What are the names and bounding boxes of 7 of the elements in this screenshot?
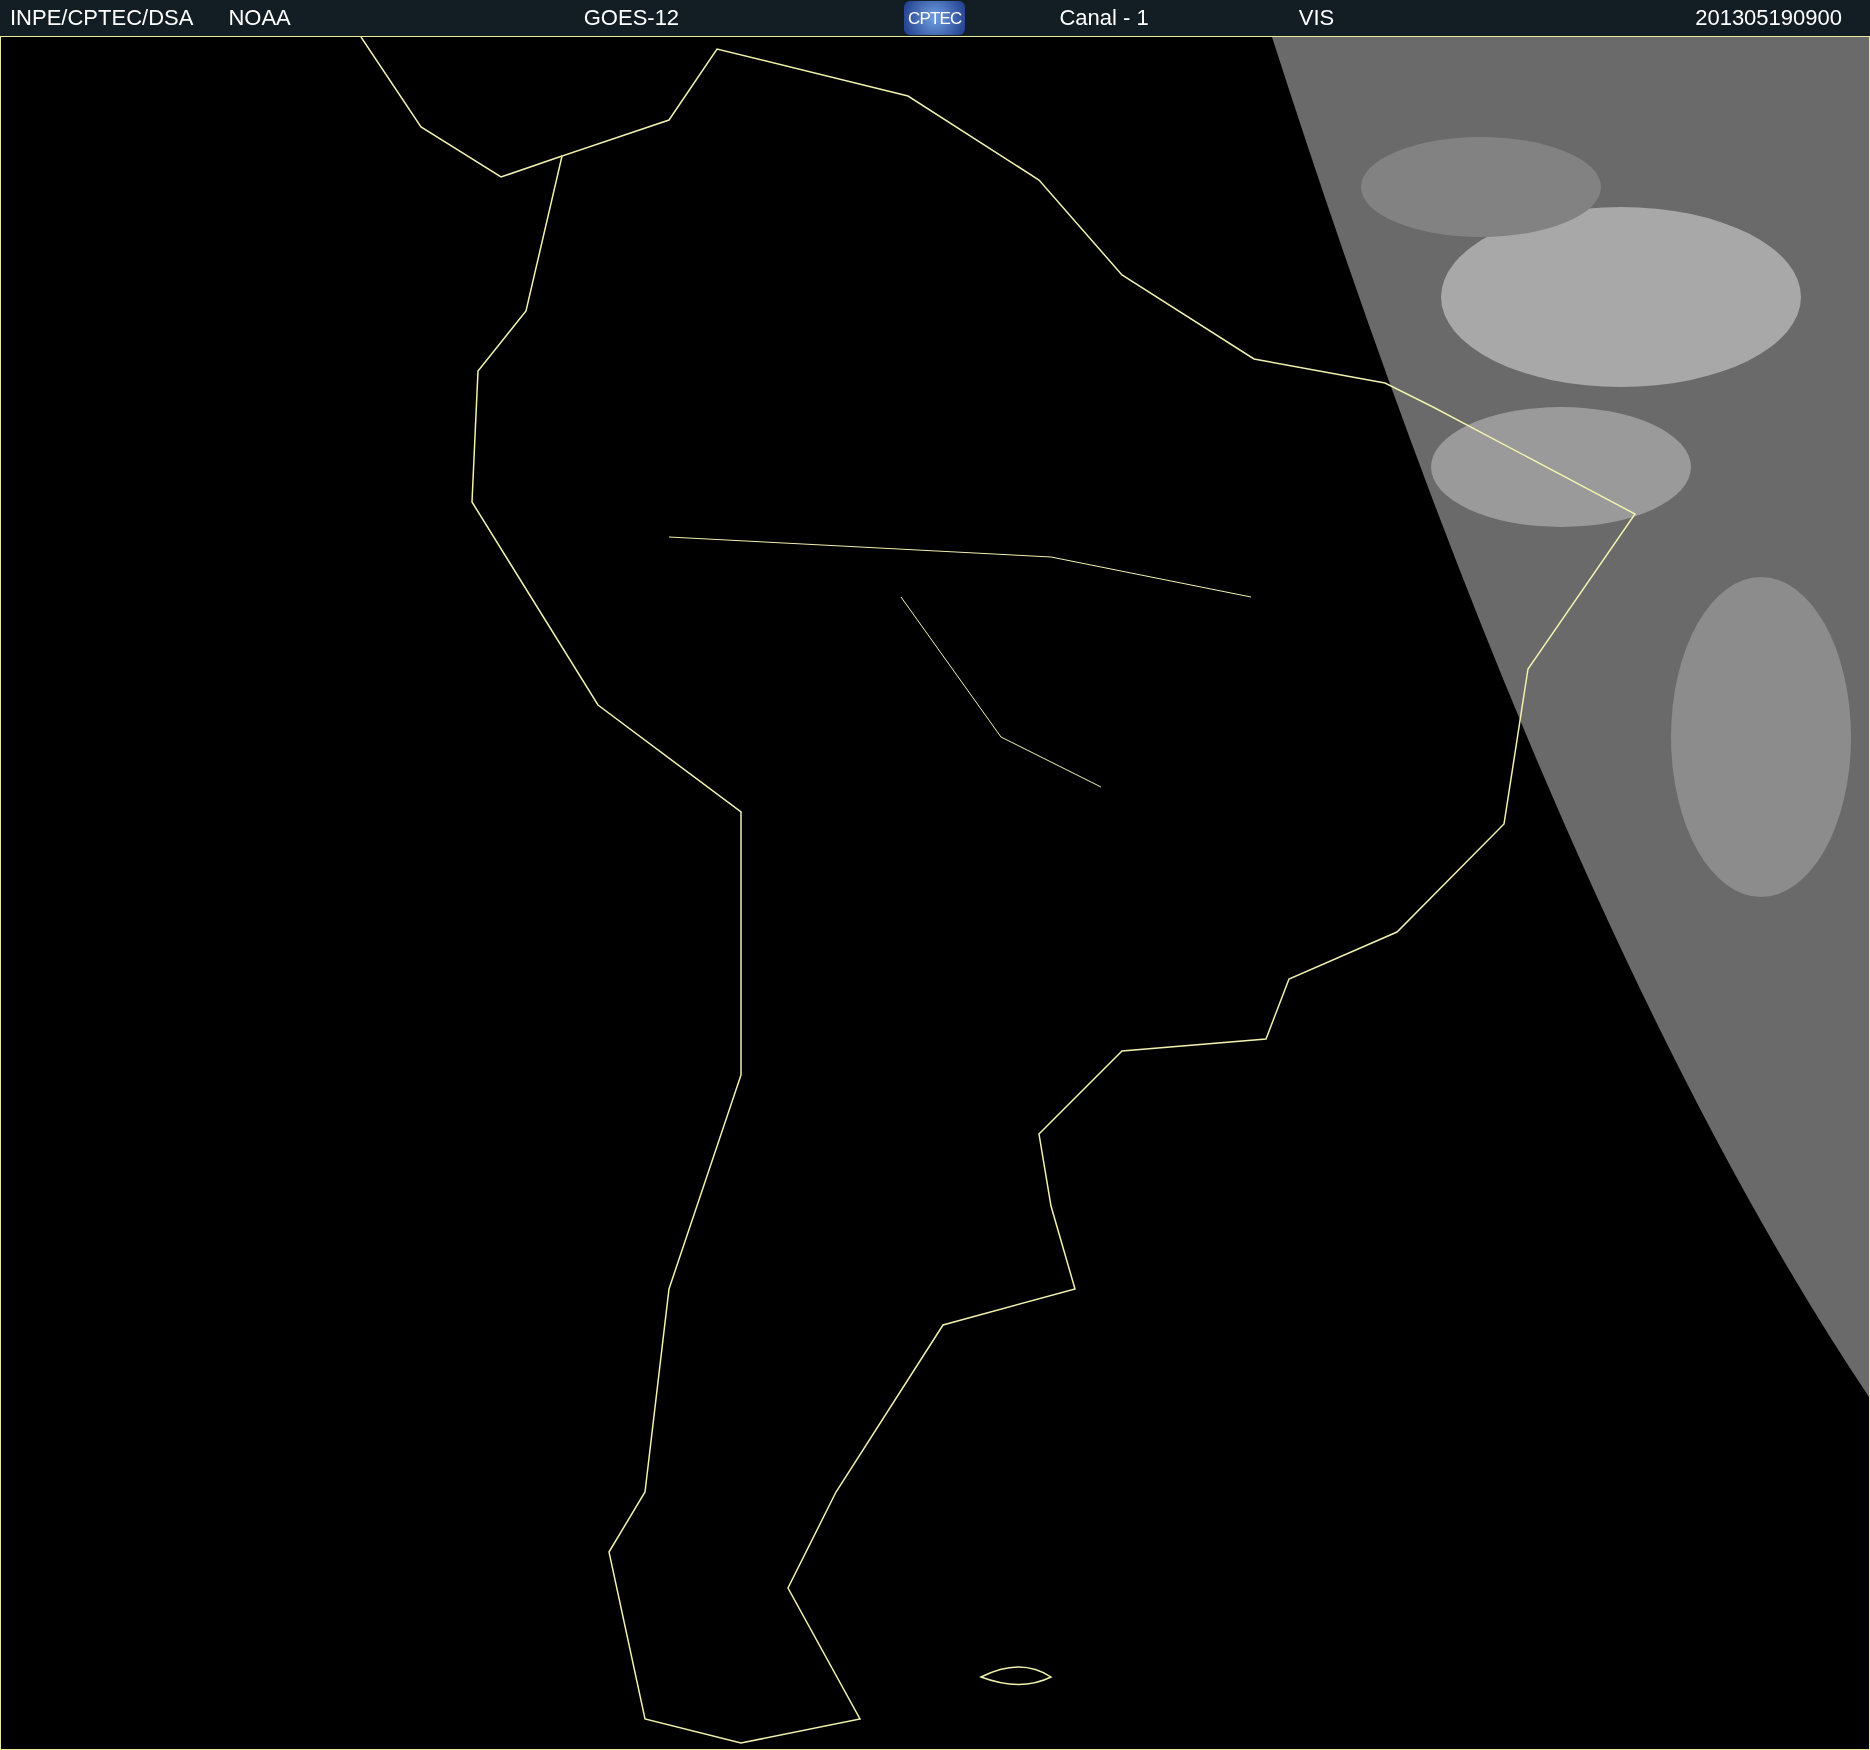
header-label: GOES-12 [583, 7, 680, 29]
header-label: 201305190900 [1695, 7, 1842, 29]
logo: CPTEC [904, 1, 966, 35]
header-label: Canal - 1 [1059, 7, 1149, 29]
header-label: NOAA [228, 7, 291, 29]
header-label: INPE/CPTEC/DSA [10, 7, 194, 29]
header-label: VIS [1298, 7, 1335, 29]
